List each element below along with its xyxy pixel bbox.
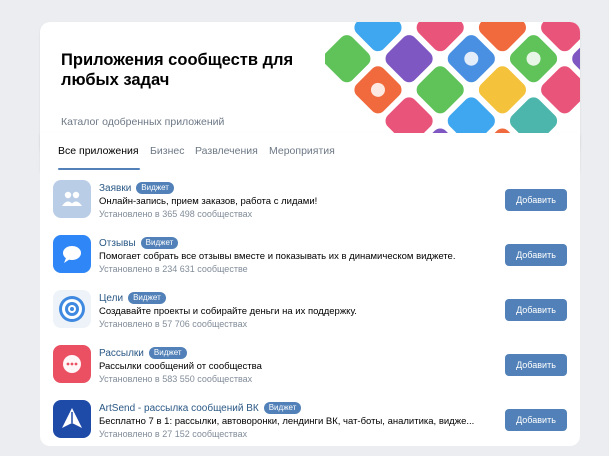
app-installs: Установлено в 583 550 сообществах bbox=[99, 374, 253, 384]
list-item: Заявки Виджет Онлайн-запись, прием заказо… bbox=[40, 172, 580, 226]
app-name-link[interactable]: Заявки Виджет bbox=[99, 182, 174, 194]
app-installs: Установлено в 234 631 сообществе bbox=[99, 264, 248, 274]
app-installs: Установлено в 57 706 сообществах bbox=[99, 319, 248, 329]
add-button[interactable]: Добавить bbox=[505, 299, 567, 321]
app-list: Заявки Виджет Онлайн-запись, прием заказо… bbox=[40, 170, 580, 446]
list-item: Отзывы Виджет Помогает собрать все отзывы… bbox=[40, 227, 580, 281]
app-description: Создавайте проекты и собирайте деньги на… bbox=[99, 306, 357, 317]
app-description: Помогает собрать все отзывы вместе и пок… bbox=[99, 251, 456, 262]
target-icon[interactable] bbox=[53, 290, 91, 328]
add-button[interactable]: Добавить bbox=[505, 189, 567, 211]
page-subtitle: Каталог одобренных приложений bbox=[61, 116, 225, 128]
app-description: Рассылки сообщений от сообщества bbox=[99, 361, 262, 372]
app-name-link[interactable]: ArtSend - рассылка сообщений ВК Виджет bbox=[99, 402, 302, 414]
list-item: Цели Виджет Создавайте проекты и собирайт… bbox=[40, 282, 580, 336]
list-item: Рассылки Виджет Рассылки сообщений от соо… bbox=[40, 337, 580, 391]
app-name-link[interactable]: Отзывы Виджет bbox=[99, 237, 179, 249]
people-icon[interactable] bbox=[53, 180, 91, 218]
tab-all-apps[interactable]: Все приложения bbox=[58, 145, 139, 157]
tab-entertainment[interactable]: Развлечения bbox=[195, 145, 258, 157]
chat-bubble-icon[interactable] bbox=[53, 235, 91, 273]
app-installs: Установлено в 27 152 сообществах bbox=[99, 429, 248, 439]
add-button[interactable]: Добавить bbox=[505, 244, 567, 266]
app-description: Онлайн-запись, прием заказов, работа с л… bbox=[99, 196, 318, 207]
app-name-link[interactable]: Цели Виджет bbox=[99, 292, 166, 304]
page-title: Приложения сообществ для любых задач bbox=[61, 51, 294, 89]
message-dots-icon[interactable] bbox=[53, 345, 91, 383]
add-button[interactable]: Добавить bbox=[505, 409, 567, 431]
app-name-link[interactable]: Рассылки Виджет bbox=[99, 347, 187, 359]
widget-badge: Виджет bbox=[263, 402, 302, 414]
widget-badge: Виджет bbox=[128, 292, 166, 304]
widget-badge: Виджет bbox=[136, 182, 174, 194]
add-button[interactable]: Добавить bbox=[505, 354, 567, 376]
app-installs: Установлено в 365 498 сообществах bbox=[99, 209, 253, 219]
artsend-logo-icon[interactable] bbox=[53, 400, 91, 438]
widget-badge: Виджет bbox=[140, 237, 179, 249]
widget-badge: Виджет bbox=[148, 347, 187, 359]
tab-business[interactable]: Бизнес bbox=[150, 145, 184, 157]
tabs-bar: Все приложения Бизнес Развлечения Меропр… bbox=[40, 133, 580, 172]
app-description: Бесплатно 7 в 1: рассылки, автоворонки, … bbox=[99, 416, 475, 427]
tab-events[interactable]: Мероприятия bbox=[269, 145, 335, 157]
list-item: ArtSend - рассылка сообщений ВК Виджет Бе… bbox=[40, 392, 580, 446]
